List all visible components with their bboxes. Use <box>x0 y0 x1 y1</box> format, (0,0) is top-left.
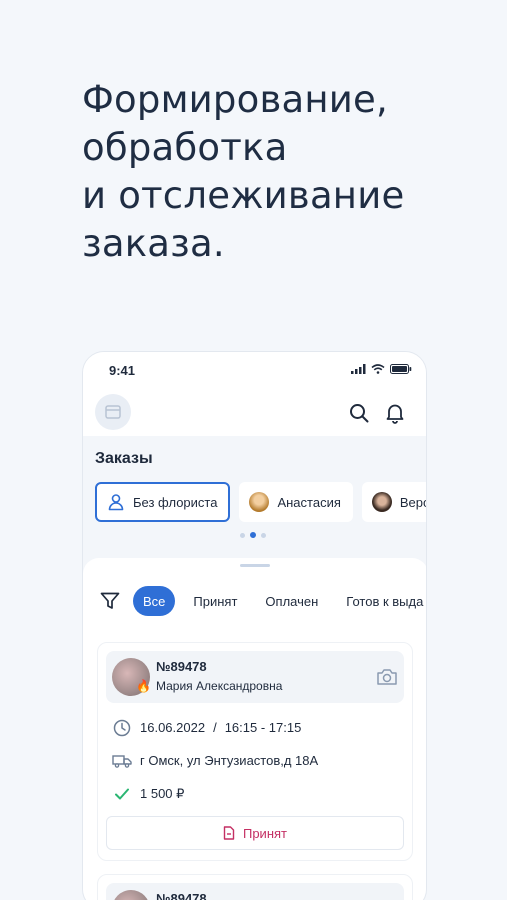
phone-mockup: 9:41 Заказы Без флориста Анастасия Вер В… <box>82 351 427 900</box>
florist-selector: Без флориста Анастасия Верон <box>95 482 426 522</box>
person-icon <box>108 494 124 511</box>
order-status-label: Принят <box>242 825 287 841</box>
order-card-header: 🔥 №89478 Мария Александровна <box>106 651 404 703</box>
fire-icon: 🔥 <box>136 679 151 693</box>
bouquet-thumbnail <box>112 890 150 900</box>
headline-line-1: Формирование, <box>82 78 388 121</box>
avatar <box>249 492 270 512</box>
florist-chip-label: Без флориста <box>133 494 218 510</box>
customer-name: Мария Александровна <box>156 679 283 693</box>
orders-title: Заказы <box>95 450 153 467</box>
order-status-button[interactable]: Принят <box>106 816 404 850</box>
filter-chip-paid[interactable]: Оплачен <box>255 586 329 616</box>
orders-sheet: Все Принят Оплачен Готов к выда 🔥 №89478… <box>83 558 426 900</box>
page-dot <box>261 532 266 538</box>
shop-logo[interactable] <box>95 394 131 430</box>
headline-line-4: заказа. <box>82 222 225 265</box>
search-icon[interactable] <box>348 402 370 424</box>
avatar <box>371 492 392 512</box>
florist-chip-veronika[interactable]: Верон <box>361 482 426 522</box>
date-time-separator: / <box>213 720 217 735</box>
delivery-address-row: г Омск, ул Энтузиастов,д 18А <box>98 744 412 777</box>
app-top-bar <box>83 388 426 436</box>
promo-headline: Формирование, обработка и отслеживание з… <box>82 76 404 268</box>
bell-icon[interactable] <box>384 402 406 424</box>
page-dot <box>240 532 245 538</box>
order-number: №89478 <box>156 891 207 900</box>
document-icon <box>223 826 235 840</box>
battery-icon <box>390 364 412 374</box>
headline-line-2: обработка <box>82 126 288 169</box>
florist-chip-none[interactable]: Без флориста <box>95 482 231 522</box>
truck-icon <box>112 751 132 771</box>
check-icon <box>112 784 132 804</box>
delivery-address: г Омск, ул Энтузиастов,д 18А <box>140 753 319 768</box>
status-time: 9:41 <box>109 363 136 378</box>
pagination-dots <box>240 532 266 538</box>
sheet-handle[interactable] <box>240 564 270 567</box>
wifi-icon <box>371 364 385 374</box>
status-bar: 9:41 <box>83 352 426 388</box>
filter-chip-all[interactable]: Все <box>133 586 176 616</box>
delivery-time-row: 16.06.2022 / 16:15 - 17:15 <box>98 711 412 744</box>
delivery-date: 16.06.2022 <box>140 720 206 735</box>
camera-icon[interactable] <box>376 667 398 687</box>
clock-icon <box>112 718 132 738</box>
delivery-time: 16:15 - 17:15 <box>224 720 302 735</box>
florist-chip-anastasia[interactable]: Анастасия <box>239 482 353 522</box>
status-icons <box>351 364 412 374</box>
filter-chip-accepted[interactable]: Принят <box>183 586 248 616</box>
order-price: 1 500 ₽ <box>140 785 185 801</box>
filter-icon[interactable] <box>99 590 121 612</box>
status-filter-row: Все Принят Оплачен Готов к выда <box>99 586 426 616</box>
filter-chip-ready[interactable]: Готов к выда <box>336 586 426 616</box>
payment-row: 1 500 ₽ <box>98 777 412 810</box>
headline-line-3: и отслеживание <box>82 174 405 217</box>
signal-icon <box>351 364 366 374</box>
order-card-header: №89478 <box>106 883 404 900</box>
order-number: №89478 <box>156 659 207 674</box>
florist-chip-label: Верон <box>399 494 426 510</box>
page-dot-active <box>250 532 256 538</box>
florist-chip-label: Анастасия <box>277 494 341 510</box>
order-card[interactable]: №89478 <box>97 874 413 900</box>
order-card[interactable]: 🔥 №89478 Мария Александровна 16.06.2022 … <box>97 642 413 861</box>
shop-icon <box>105 405 121 419</box>
